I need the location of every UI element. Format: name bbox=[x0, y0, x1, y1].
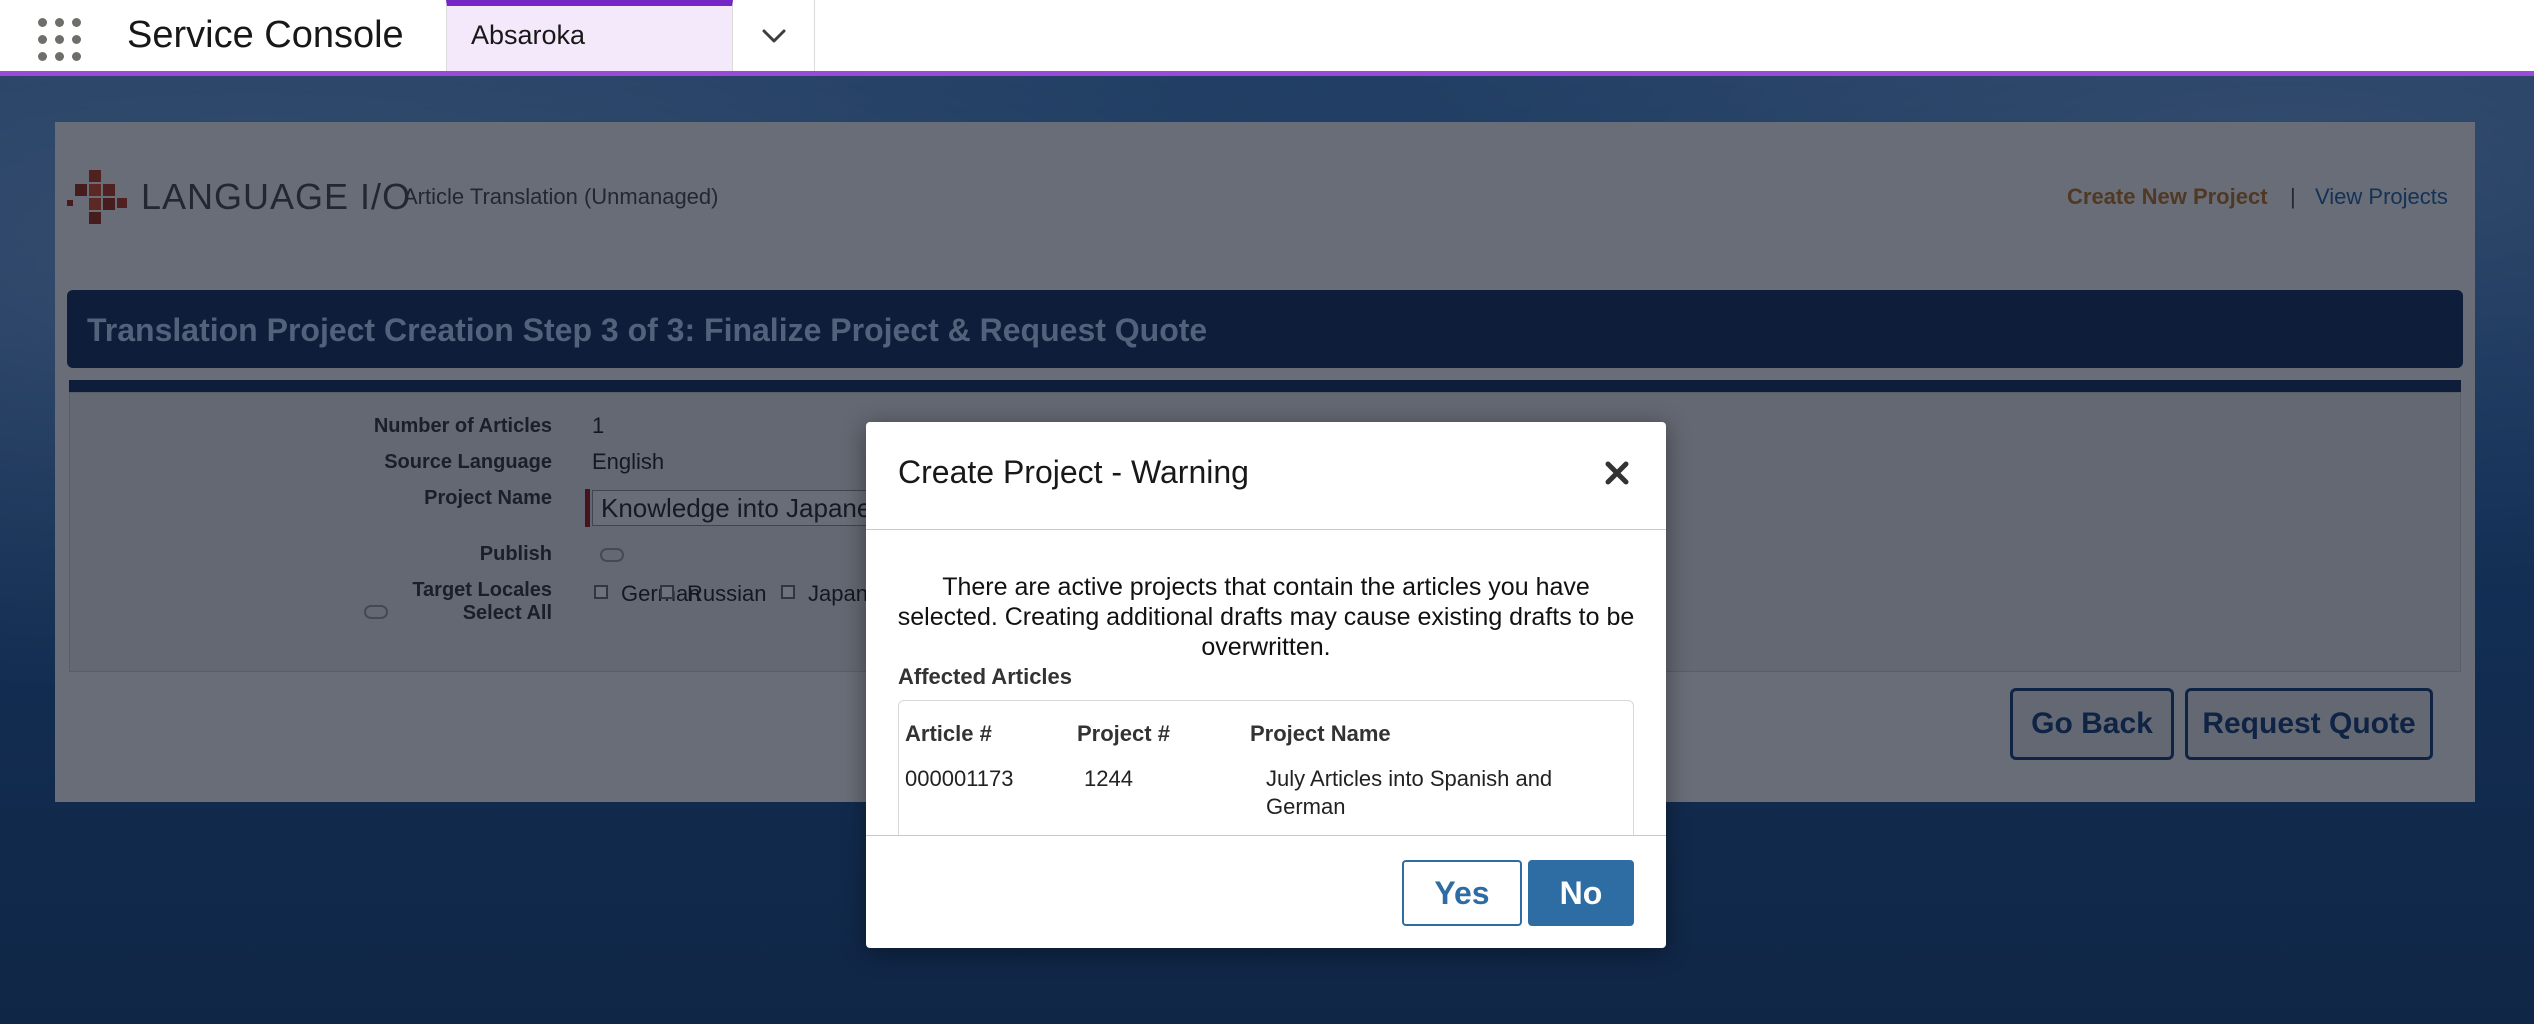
cell-article-number: 000001173 bbox=[905, 766, 1014, 791]
tab-label: Absaroka bbox=[471, 20, 586, 50]
yes-button[interactable]: Yes bbox=[1402, 860, 1522, 926]
close-icon[interactable] bbox=[1602, 458, 1632, 488]
dialog-footer: Yes No bbox=[866, 835, 1666, 949]
affected-articles-table: Article # Project # Project Name 0000011… bbox=[898, 700, 1634, 835]
tab-menu-button[interactable] bbox=[734, 0, 815, 72]
dialog-header: Create Project - Warning bbox=[866, 422, 1666, 530]
app-launcher-icon[interactable] bbox=[36, 16, 84, 64]
column-header-project-name: Project Name bbox=[1250, 721, 1391, 746]
affected-articles-title: Affected Articles bbox=[898, 664, 1073, 689]
column-header-project: Project # bbox=[1077, 721, 1170, 746]
cell-project-number: 1244 bbox=[1084, 766, 1133, 791]
column-header-article: Article # bbox=[905, 721, 992, 746]
cell-project-name: July Articles into Spanish and German bbox=[1266, 766, 1553, 819]
no-button[interactable]: No bbox=[1528, 860, 1634, 926]
app-name: Service Console bbox=[127, 14, 404, 56]
warning-message: There are active projects that contain t… bbox=[897, 573, 1635, 661]
dialog-body: There are active projects that contain t… bbox=[866, 530, 1666, 835]
warning-dialog: Create Project - Warning There are activ… bbox=[866, 422, 1666, 948]
chevron-down-icon bbox=[762, 29, 786, 43]
global-header: Service Console Absaroka bbox=[0, 0, 2534, 73]
dialog-title: Create Project - Warning bbox=[898, 454, 1249, 490]
tab-absaroka[interactable]: Absaroka bbox=[446, 0, 733, 72]
